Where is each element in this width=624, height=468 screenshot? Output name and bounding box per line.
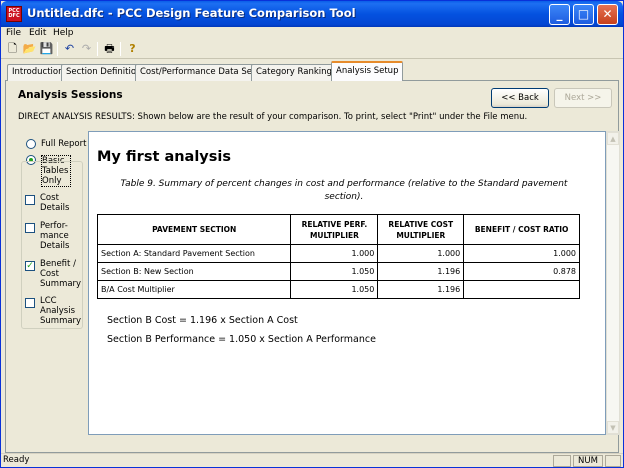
radio-icon[interactable] (26, 139, 36, 149)
checked-icon[interactable]: ✓ (25, 261, 35, 271)
analysis-panel: Analysis Sessions << Back Next >> DIRECT… (5, 81, 620, 453)
checkbox-icon[interactable] (25, 298, 35, 308)
close-button[interactable]: ✕ (597, 4, 618, 25)
minimize-button[interactable]: _ (549, 4, 570, 25)
menu-help[interactable]: Help (53, 27, 74, 39)
menu-edit[interactable]: Edit (29, 27, 46, 39)
menu-bar: File Edit Help (1, 27, 623, 39)
table-row: Section A: Standard Pavement Section 1.0… (96, 244, 580, 263)
tab-introduction[interactable]: Introduction (7, 64, 69, 81)
table-cell: 0.878 (463, 262, 580, 281)
help-icon[interactable]: ? (125, 41, 140, 56)
table-caption: Table 9. Summary of percent changes in c… (120, 179, 568, 202)
new-file-icon[interactable]: 🗋 (5, 41, 20, 56)
performance-equation: Section B Performance = 1.050 x Section … (107, 334, 376, 345)
status-bar: Ready NUM (1, 453, 623, 467)
table-cell: 1.000 (290, 244, 379, 263)
table-cell: 1.000 (463, 244, 580, 263)
save-icon[interactable]: 💾 (39, 41, 54, 56)
table-cell: 1.000 (377, 244, 465, 263)
status-text: Ready (3, 455, 30, 465)
toolbar-separator (120, 42, 121, 56)
checkbox-icon[interactable] (25, 195, 35, 205)
next-button[interactable]: Next >> (554, 88, 612, 108)
table-cell: 1.050 (290, 280, 379, 299)
header-pavement-section: PAVEMENT SECTION (96, 214, 292, 245)
scroll-down-icon[interactable]: ▼ (607, 421, 619, 434)
app-logo-icon: PCC DFC (6, 6, 22, 22)
maximize-button[interactable]: □ (573, 4, 594, 25)
title-bar[interactable]: PCC DFC Untitled.dfc - PCC Design Featur… (1, 1, 623, 27)
redo-icon[interactable]: ↷ (79, 41, 94, 56)
status-pane-empty (605, 455, 621, 467)
window-title: Untitled.dfc - PCC Design Feature Compar… (27, 6, 356, 20)
undo-icon[interactable]: ↶ (62, 41, 77, 56)
header-relative-perf-multiplier: RELATIVE PERF. MULTIPLIER (290, 214, 379, 245)
toolbar-separator (57, 42, 58, 56)
back-button[interactable]: << Back (491, 88, 549, 108)
tab-cost-performance-data-sets[interactable]: Cost/Performance Data Sets (135, 64, 265, 81)
num-lock-indicator: NUM (573, 455, 603, 467)
table-row: B/A Cost Multiplier 1.050 1.196 (96, 280, 580, 299)
report-view[interactable]: My first analysis Table 9. Summary of pe… (88, 131, 606, 435)
status-pane-empty (553, 455, 571, 467)
table-cell: B/A Cost Multiplier (96, 280, 292, 299)
open-folder-icon[interactable]: 📂 (22, 41, 37, 56)
tab-strip: Introduction Section Definition Cost/Per… (5, 61, 619, 82)
toolbar-separator (97, 42, 98, 56)
cost-equation: Section B Cost = 1.196 x Section A Cost (107, 315, 298, 326)
table-cell: 1.196 (377, 280, 465, 299)
table-row: Section B: New Section 1.050 1.196 0.878 (96, 262, 580, 281)
toolbar: 🗋 📂 💾 ↶ ↷ 🖶 ? (1, 39, 623, 59)
scroll-up-icon[interactable]: ▲ (607, 132, 619, 145)
table-cell: 1.196 (377, 262, 465, 281)
report-title: My first analysis (97, 149, 231, 165)
table-cell: Section A: Standard Pavement Section (96, 244, 292, 263)
panel-title: Analysis Sessions (18, 89, 123, 101)
tab-category-rankings[interactable]: Category Rankings (251, 64, 342, 81)
table-cell: Section B: New Section (96, 262, 292, 281)
report-scrollbar[interactable]: ▲ ▼ (606, 131, 620, 435)
summary-table: PAVEMENT SECTION RELATIVE PERF. MULTIPLI… (96, 214, 580, 299)
menu-file[interactable]: File (6, 27, 21, 39)
app-window: PCC DFC Untitled.dfc - PCC Design Featur… (0, 0, 624, 468)
print-icon[interactable]: 🖶 (102, 41, 117, 56)
tab-analysis-setup[interactable]: Analysis Setup (331, 61, 404, 82)
table-header-row: PAVEMENT SECTION RELATIVE PERF. MULTIPLI… (96, 214, 580, 245)
checkbox-icon[interactable] (25, 223, 35, 233)
header-benefit-cost-ratio: BENEFIT / COST RATIO (463, 214, 580, 245)
tab-section-definition[interactable]: Section Definition (61, 64, 147, 81)
table-cell: 1.050 (290, 262, 379, 281)
instructions-text: DIRECT ANALYSIS RESULTS: Shown below are… (18, 112, 528, 122)
header-relative-cost-multiplier: RELATIVE COST MULTIPLIER (377, 214, 465, 245)
table-cell (463, 280, 580, 299)
